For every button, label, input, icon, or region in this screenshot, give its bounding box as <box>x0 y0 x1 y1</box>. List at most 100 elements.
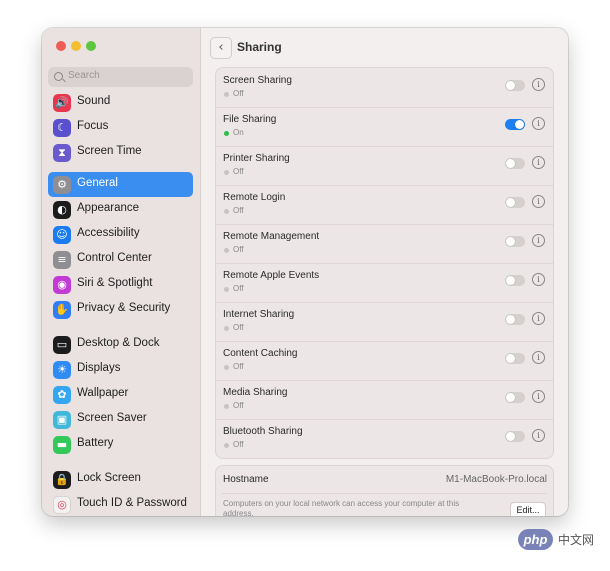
sidebar-item-label: Touch ID & Password <box>77 497 187 509</box>
sidebar-item-label: Sound <box>77 95 111 107</box>
sidebar-item-desktop-dock[interactable]: ▭ Desktop & Dock <box>48 332 193 357</box>
zoom-window-button[interactable] <box>86 41 96 51</box>
sidebar-item-displays[interactable]: ☀ Displays <box>48 357 193 382</box>
status-dot <box>224 248 229 253</box>
watermark: php 中文网 <box>518 528 606 552</box>
minimize-window-button[interactable] <box>71 41 81 51</box>
service-status: Off <box>233 284 244 293</box>
info-icon[interactable]: i <box>532 234 545 247</box>
toggle-knob <box>506 159 515 168</box>
sidebar-item-screen-saver[interactable]: ▣ Screen Saver <box>48 407 193 432</box>
sharing-services-list: Screen Sharing Off i File Sharing On i Printer… <box>215 67 554 459</box>
sidebar-item-general[interactable]: ⚙ General <box>48 172 193 197</box>
service-toggle[interactable] <box>505 314 525 325</box>
service-row-internet-sharing: Internet Sharing Off i <box>216 302 553 342</box>
sidebar-item-lock-screen[interactable]: 🔒 Lock Screen <box>48 467 193 492</box>
sidebar-item-wallpaper[interactable]: ✿ Wallpaper <box>48 382 193 407</box>
status-dot <box>224 326 229 331</box>
sidebar-item-label: Control Center <box>77 252 152 264</box>
service-status: Off <box>233 401 244 410</box>
speaker-icon: 🔊 <box>53 94 71 112</box>
sidebar-item-siri-spotlight[interactable]: ◉ Siri & Spotlight <box>48 272 193 297</box>
status-dot <box>224 92 229 97</box>
service-toggle[interactable] <box>505 392 525 403</box>
sidebar-item-screen-time[interactable]: ⧗ Screen Time <box>48 140 193 165</box>
service-toggle[interactable] <box>505 158 525 169</box>
service-toggle[interactable] <box>505 119 525 130</box>
service-status: Off <box>233 362 244 371</box>
service-row-remote-login: Remote Login Off i <box>216 185 553 225</box>
info-icon[interactable]: i <box>532 390 545 403</box>
search-field[interactable]: Search <box>48 67 193 87</box>
search-icon <box>54 72 63 81</box>
service-row-remote-management: Remote Management Off i <box>216 224 553 264</box>
service-status: Off <box>233 440 244 449</box>
gear-icon: ⚙ <box>53 176 71 194</box>
service-toggle[interactable] <box>505 236 525 247</box>
sidebar: Search 🔊 Sound ☾ Focus ⧗ Screen Time ⚙ General ◐… <box>42 28 201 516</box>
service-status: On <box>233 128 244 137</box>
service-title: Remote Apple Events <box>223 270 320 281</box>
siri-icon: ◉ <box>53 276 71 294</box>
service-toggle[interactable] <box>505 353 525 364</box>
sidebar-item-label: Desktop & Dock <box>77 337 160 349</box>
sidebar-item-control-center[interactable]: ≡ Control Center <box>48 247 193 272</box>
info-icon[interactable]: i <box>532 156 545 169</box>
watermark-logo: php <box>518 529 553 550</box>
sidebar-item-label: Siri & Spotlight <box>77 277 153 289</box>
sidebar-item-touch-id-password[interactable]: ◎ Touch ID & Password <box>48 492 193 516</box>
dock-icon: ▭ <box>53 336 71 354</box>
info-icon[interactable]: i <box>532 273 545 286</box>
sidebar-item-label: Battery <box>77 437 114 449</box>
appearance-icon: ◐ <box>53 201 71 219</box>
close-window-button[interactable] <box>56 41 66 51</box>
hand-icon: ✋ <box>53 301 71 319</box>
sidebar-item-privacy-security[interactable]: ✋ Privacy & Security <box>48 297 193 322</box>
toggle-knob <box>506 276 515 285</box>
sidebar-item-label: Lock Screen <box>77 472 141 484</box>
sidebar-item-label: Screen Saver <box>77 412 147 424</box>
info-icon[interactable]: i <box>532 312 545 325</box>
sidebar-item-accessibility[interactable]: ☺ Accessibility <box>48 222 193 247</box>
info-icon[interactable]: i <box>532 78 545 91</box>
control-center-icon: ≡ <box>53 251 71 269</box>
sidebar-item-battery[interactable]: ▬ Battery <box>48 432 193 457</box>
service-row-remote-apple-events: Remote Apple Events Off i <box>216 263 553 303</box>
service-row-file-sharing: File Sharing On i <box>216 107 553 147</box>
info-icon[interactable]: i <box>532 117 545 130</box>
hostname-section: Hostname M1-MacBook-Pro.local Computers … <box>215 465 554 516</box>
service-toggle[interactable] <box>505 431 525 442</box>
service-status: Off <box>233 323 244 332</box>
sidebar-item-appearance[interactable]: ◐ Appearance <box>48 197 193 222</box>
toggle-knob <box>506 354 515 363</box>
service-status: Off <box>233 167 244 176</box>
sidebar-item-sound[interactable]: 🔊 Sound <box>48 90 193 115</box>
info-icon[interactable]: i <box>532 351 545 364</box>
service-status: Off <box>233 206 244 215</box>
status-dot <box>224 287 229 292</box>
service-status: Off <box>233 245 244 254</box>
info-icon[interactable]: i <box>532 195 545 208</box>
wallpaper-icon: ✿ <box>53 386 71 404</box>
service-title: Printer Sharing <box>223 153 290 164</box>
sidebar-item-focus[interactable]: ☾ Focus <box>48 115 193 140</box>
back-button[interactable]: ‹ <box>210 37 232 59</box>
info-icon[interactable]: i <box>532 429 545 442</box>
sidebar-item-label: Privacy & Security <box>77 302 171 314</box>
moon-icon: ☾ <box>53 119 71 137</box>
service-toggle[interactable] <box>505 197 525 208</box>
toggle-knob <box>506 432 515 441</box>
sidebar-item-label: Displays <box>77 362 121 374</box>
status-dot <box>224 443 229 448</box>
sidebar-item-label: Accessibility <box>77 227 140 239</box>
service-title: Screen Sharing <box>223 75 292 86</box>
service-title: Remote Management <box>223 231 320 242</box>
service-title: Content Caching <box>223 348 298 359</box>
status-dot <box>224 404 229 409</box>
service-toggle[interactable] <box>505 80 525 91</box>
screensaver-icon: ▣ <box>53 411 71 429</box>
edit-hostname-button[interactable]: Edit... <box>510 502 546 516</box>
service-title: File Sharing <box>223 114 277 125</box>
toggle-knob <box>506 315 515 324</box>
service-toggle[interactable] <box>505 275 525 286</box>
